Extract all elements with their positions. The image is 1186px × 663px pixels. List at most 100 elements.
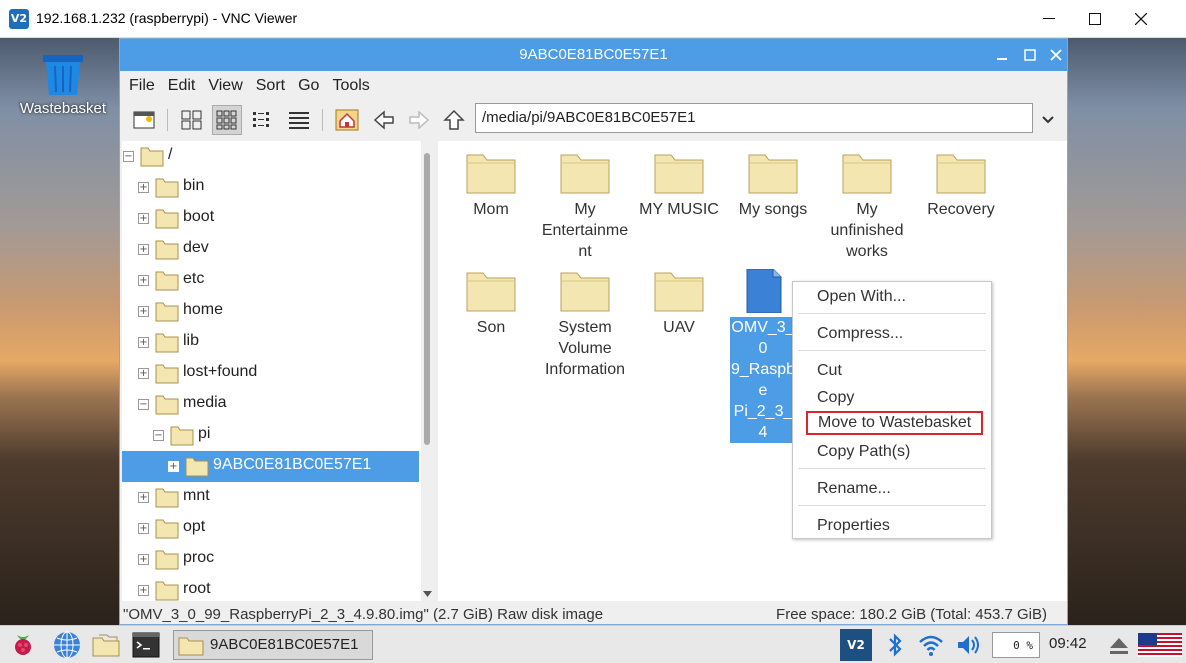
tree-scrollbar[interactable] bbox=[421, 141, 434, 601]
wastebasket-label[interactable]: Wastebasket bbox=[10, 100, 116, 117]
tree-item[interactable]: + etc bbox=[122, 265, 419, 296]
scroll-down-icon[interactable] bbox=[422, 589, 433, 599]
tree-item[interactable]: + opt bbox=[122, 513, 419, 544]
maximize-button[interactable] bbox=[1072, 0, 1118, 38]
minimize-button[interactable] bbox=[1026, 0, 1072, 38]
forward-button[interactable] bbox=[404, 105, 434, 135]
tree-item[interactable]: + bin bbox=[122, 172, 419, 203]
ctx-rename[interactable]: Rename... bbox=[807, 478, 901, 502]
ctx-move-to-wastebasket[interactable]: Move to Wastebasket bbox=[806, 411, 983, 435]
ctx-copy-paths[interactable]: Copy Path(s) bbox=[807, 441, 920, 465]
collapse-icon[interactable]: − bbox=[138, 399, 149, 410]
ctx-copy[interactable]: Copy bbox=[807, 387, 864, 411]
folder-item[interactable]: UAV bbox=[632, 269, 726, 338]
expand-icon[interactable]: + bbox=[138, 275, 149, 286]
volume-icon[interactable] bbox=[953, 630, 983, 660]
expand-icon[interactable]: + bbox=[138, 244, 149, 255]
web-browser-icon[interactable] bbox=[52, 630, 82, 660]
disk-image-file-icon bbox=[746, 269, 782, 313]
raspberry-menu-icon[interactable] bbox=[8, 630, 38, 660]
expand-icon[interactable]: + bbox=[138, 585, 149, 596]
folder-item[interactable]: Son bbox=[444, 269, 538, 338]
tree-item[interactable]: + lost+found bbox=[122, 358, 419, 389]
tree-item-label: opt bbox=[183, 518, 206, 535]
menu-file[interactable]: File bbox=[129, 77, 155, 95]
tree-item-label: bin bbox=[183, 177, 205, 194]
file-manager-launcher-icon[interactable] bbox=[91, 630, 121, 660]
terminal-icon[interactable] bbox=[131, 630, 161, 660]
file-item[interactable]: OMV_3_0 9_Raspbe Pi_2_3_4 bbox=[730, 269, 796, 443]
wastebasket-icon[interactable] bbox=[40, 52, 86, 96]
tree-item-label: home bbox=[183, 301, 224, 318]
collapse-icon[interactable]: − bbox=[123, 151, 134, 162]
icon-view-button[interactable] bbox=[177, 105, 207, 135]
collapse-icon[interactable]: − bbox=[153, 430, 164, 441]
tree-item[interactable]: + root bbox=[122, 575, 419, 601]
us-flag-icon[interactable] bbox=[1138, 630, 1182, 660]
ctx-compress[interactable]: Compress... bbox=[807, 323, 913, 347]
folder-item[interactable]: My songs bbox=[726, 151, 820, 220]
eject-icon[interactable] bbox=[1104, 630, 1134, 660]
compact-view-button[interactable] bbox=[248, 105, 278, 135]
path-input[interactable]: /media/pi/9ABC0E81BC0E57E1 bbox=[475, 103, 1033, 133]
folder-icon bbox=[155, 176, 179, 198]
tree-item[interactable]: +9ABC0E81BC0E57E1 bbox=[122, 451, 419, 482]
menu-sort[interactable]: Sort bbox=[256, 77, 285, 95]
fm-maximize-icon[interactable] bbox=[1022, 47, 1038, 63]
expand-icon[interactable]: + bbox=[138, 213, 149, 224]
folder-item[interactable]: My unfinished works bbox=[820, 151, 914, 262]
close-button[interactable] bbox=[1118, 0, 1164, 38]
tree-item[interactable]: − media bbox=[122, 389, 419, 420]
menu-go[interactable]: Go bbox=[298, 77, 319, 95]
bluetooth-icon[interactable] bbox=[880, 630, 910, 660]
list-view-button[interactable] bbox=[284, 105, 314, 135]
expand-icon[interactable]: + bbox=[138, 492, 149, 503]
folder-item[interactable]: Recovery bbox=[914, 151, 1008, 220]
tree-item[interactable]: − pi bbox=[122, 420, 419, 451]
folder-item[interactable]: MY MUSIC bbox=[632, 151, 726, 220]
ctx-cut[interactable]: Cut bbox=[807, 360, 852, 384]
tree-scrollbar-thumb[interactable] bbox=[424, 153, 430, 445]
taskbar-window-button[interactable]: 9ABC0E81BC0E57E1 bbox=[173, 630, 373, 660]
menu-edit[interactable]: Edit bbox=[168, 77, 196, 95]
thumbnail-view-button[interactable] bbox=[212, 105, 242, 135]
fm-minimize-icon[interactable] bbox=[994, 47, 1010, 63]
tree-item[interactable]: + lib bbox=[122, 327, 419, 358]
menu-tools[interactable]: Tools bbox=[332, 77, 369, 95]
tree-item[interactable]: + boot bbox=[122, 203, 419, 234]
expand-icon[interactable]: + bbox=[138, 523, 149, 534]
expand-icon[interactable]: + bbox=[138, 337, 149, 348]
ctx-properties[interactable]: Properties bbox=[807, 515, 900, 539]
chevron-down-icon[interactable] bbox=[1038, 109, 1058, 129]
folder-item[interactable]: Mom bbox=[444, 151, 538, 220]
up-button[interactable] bbox=[439, 105, 469, 135]
folder-icon bbox=[560, 272, 610, 312]
back-button[interactable] bbox=[369, 105, 399, 135]
file-item-label: My unfinished works bbox=[830, 201, 904, 260]
tree-item[interactable]: + home bbox=[122, 296, 419, 327]
expand-icon[interactable]: + bbox=[138, 554, 149, 565]
new-window-button[interactable] bbox=[129, 105, 159, 135]
clock[interactable]: 09:42 bbox=[1049, 635, 1087, 652]
ctx-open-with[interactable]: Open With... bbox=[807, 286, 916, 310]
tree-item[interactable]: + proc bbox=[122, 544, 419, 575]
file-manager-titlebar: 9ABC0E81BC0E57E1 bbox=[120, 39, 1067, 71]
tree-item[interactable]: + mnt bbox=[122, 482, 419, 513]
tree-item[interactable]: + dev bbox=[122, 234, 419, 265]
expand-icon[interactable]: + bbox=[138, 182, 149, 193]
file-manager-title: 9ABC0E81BC0E57E1 bbox=[519, 46, 668, 63]
vnc-server-tray-icon[interactable]: V2 bbox=[840, 629, 872, 661]
tree-item[interactable]: − / bbox=[122, 141, 419, 172]
folder-item[interactable]: System Volume Information bbox=[538, 269, 632, 380]
expand-icon[interactable]: + bbox=[168, 461, 179, 472]
menu-view[interactable]: View bbox=[208, 77, 242, 95]
expand-icon[interactable]: + bbox=[138, 368, 149, 379]
tree-item-label: media bbox=[183, 394, 227, 411]
expand-icon[interactable]: + bbox=[138, 306, 149, 317]
wifi-icon[interactable] bbox=[916, 630, 946, 660]
toolbar: /media/pi/9ABC0E81BC0E57E1 bbox=[120, 101, 1067, 141]
fm-close-icon[interactable] bbox=[1048, 47, 1064, 63]
folder-item[interactable]: My Entertainme nt bbox=[538, 151, 632, 262]
cpu-usage-meter: 0 % bbox=[992, 632, 1040, 658]
home-button[interactable] bbox=[332, 105, 362, 135]
